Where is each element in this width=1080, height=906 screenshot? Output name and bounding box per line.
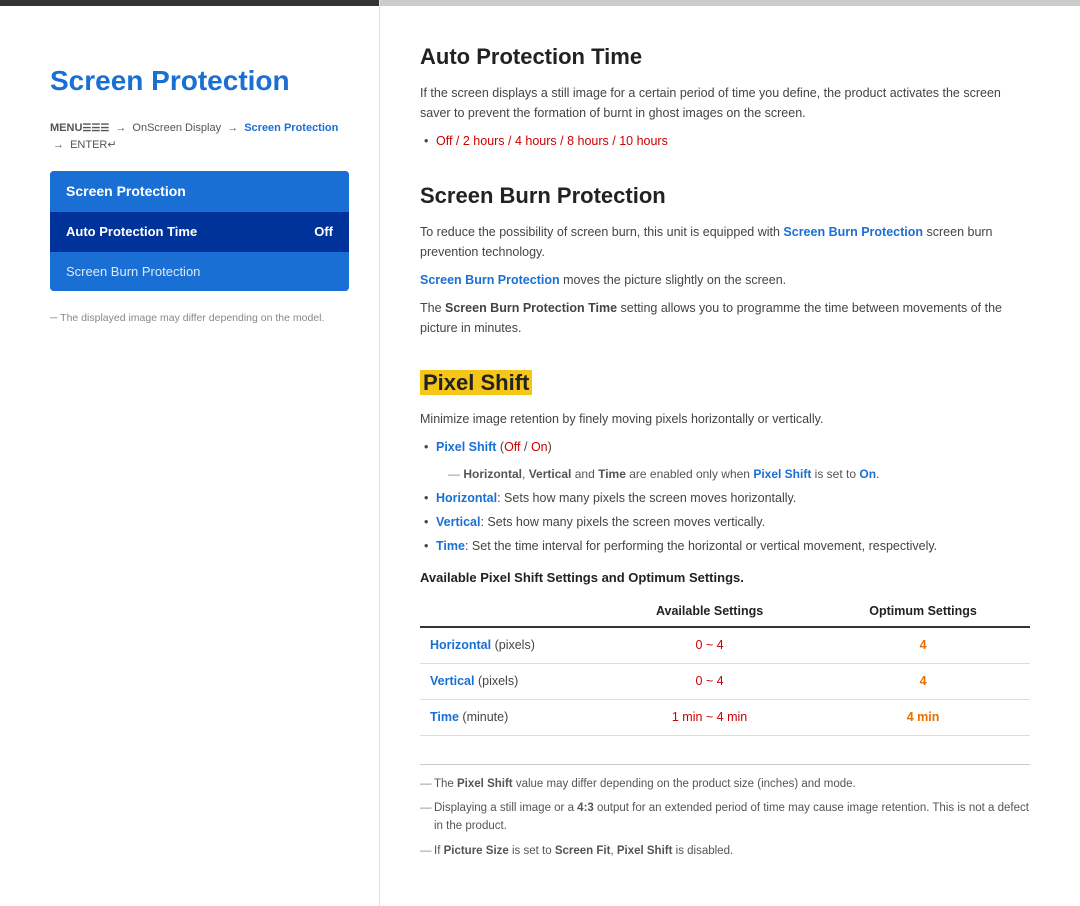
menu-box-header: Screen Protection	[50, 171, 349, 212]
section3-bullets2: Horizontal: Sets how many pixels the scr…	[420, 488, 1030, 556]
screen-burn-time-label: Screen Burn Protection Time	[445, 301, 617, 315]
table-row-time: Time (minute) 1 min ~ 4 min 4 min	[420, 699, 1030, 735]
top-bar-left	[0, 0, 379, 6]
table-section: Available Pixel Shift Settings and Optim…	[420, 568, 1030, 736]
section2-desc2: Screen Burn Protection moves the picture…	[420, 270, 1030, 290]
section1-title: Auto Protection Time	[420, 40, 1030, 73]
row-horizontal-optimum: 4	[816, 627, 1030, 663]
page-title: Screen Protection	[50, 60, 349, 102]
settings-table: Available Settings Optimum Settings Hori…	[420, 596, 1030, 736]
breadcrumb-item2: Screen Protection	[244, 122, 338, 134]
col-header-name	[420, 596, 603, 628]
row-horizontal-available: 0 ~ 4	[603, 627, 816, 663]
top-bar-right	[380, 0, 1080, 6]
time-bullet: Time: Set the time interval for performi…	[436, 536, 1030, 556]
section-pixel-shift: Pixel Shift Minimize image retention by …	[420, 366, 1030, 736]
menu-box: Screen Protection Auto Protection Time O…	[50, 171, 349, 291]
col-header-optimum: Optimum Settings	[816, 596, 1030, 628]
section-auto-protection: Auto Protection Time If the screen displ…	[420, 40, 1030, 151]
menu-item-label-2: Screen Burn Protection	[66, 262, 200, 282]
footer-note-3: If Picture Size is set to Screen Fit, Pi…	[420, 842, 1030, 860]
time-label: Time	[598, 467, 626, 481]
menu-item-screen-burn[interactable]: Screen Burn Protection	[50, 252, 349, 292]
breadcrumb-arrow2: →	[227, 122, 241, 134]
section2-desc3: The Screen Burn Protection Time setting …	[420, 298, 1030, 338]
menu-item-auto-protection[interactable]: Auto Protection Time Off	[50, 212, 349, 252]
footer-notes: The Pixel Shift value may differ dependi…	[420, 764, 1030, 861]
pixel-shift-ref: Pixel Shift	[753, 467, 811, 481]
screen-burn-protection-link: Screen Burn Protection	[783, 225, 923, 239]
horizontal-label: Horizontal	[463, 467, 522, 481]
row-time-optimum: 4 min	[816, 699, 1030, 735]
breadcrumb-arrow1: →	[115, 122, 129, 134]
vertical-bold: Vertical	[436, 515, 480, 529]
pixel-shift-on: On	[531, 440, 548, 454]
vertical-bullet: Vertical: Sets how many pixels the scree…	[436, 512, 1030, 532]
col-header-available: Available Settings	[603, 596, 816, 628]
row-vertical-name: Vertical (pixels)	[420, 664, 603, 700]
row-vertical-optimum: 4	[816, 664, 1030, 700]
section3-title: Pixel Shift	[420, 366, 1030, 399]
table-title: Available Pixel Shift Settings and Optim…	[420, 568, 1030, 588]
screen-fit-ref: Screen Fit	[555, 845, 611, 857]
pixel-shift-footer-ref: Pixel Shift	[457, 778, 513, 790]
pixel-shift-off: Off	[504, 440, 520, 454]
pixel-shift-subnote: Horizontal, Vertical and Time are enable…	[420, 465, 1030, 484]
time-bold: Time	[436, 539, 465, 553]
pixel-shift-label: Pixel Shift	[436, 440, 496, 454]
footer-note-1: The Pixel Shift value may differ dependi…	[420, 775, 1030, 793]
section1-options: Off / 2 hours / 4 hours / 8 hours / 10 h…	[436, 131, 1030, 151]
disclaimer: The displayed image may differ depending…	[50, 311, 349, 327]
footer-note-2: Displaying a still image or a 4:3 output…	[420, 799, 1030, 836]
section2-title: Screen Burn Protection	[420, 179, 1030, 212]
pixel-shift-title-highlight: Pixel Shift	[420, 370, 532, 395]
row-horizontal-name: Horizontal (pixels)	[420, 627, 603, 663]
breadcrumb-item1: OnScreen Display	[132, 122, 221, 134]
menu-item-value-1: Off	[314, 222, 333, 242]
breadcrumb-enter: ENTER↵	[70, 139, 117, 151]
section2-desc1: To reduce the possibility of screen burn…	[420, 222, 1030, 262]
menu-item-label-1: Auto Protection Time	[66, 222, 197, 242]
pixel-shift-bullet1: Pixel Shift (Off / On)	[436, 437, 1030, 457]
horizontal-bullet: Horizontal: Sets how many pixels the scr…	[436, 488, 1030, 508]
section1-options-list: Off / 2 hours / 4 hours / 8 hours / 10 h…	[420, 131, 1030, 151]
vertical-label: Vertical	[529, 467, 572, 481]
breadcrumb: MENU☰☰☰ → OnScreen Display → Screen Prot…	[50, 120, 349, 153]
pixel-shift-footer-ref2: Pixel Shift	[617, 845, 673, 857]
right-panel: Auto Protection Time If the screen displ…	[380, 0, 1080, 906]
section-screen-burn: Screen Burn Protection To reduce the pos…	[420, 179, 1030, 338]
section1-desc: If the screen displays a still image for…	[420, 83, 1030, 123]
breadcrumb-arrow3: →	[53, 139, 67, 151]
table-row-vertical: Vertical (pixels) 0 ~ 4 4	[420, 664, 1030, 700]
section1-options-text: Off / 2 hours / 4 hours / 8 hours / 10 h…	[436, 134, 668, 148]
table-row-horizontal: Horizontal (pixels) 0 ~ 4 4	[420, 627, 1030, 663]
horizontal-bold: Horizontal	[436, 491, 497, 505]
row-time-name: Time (minute)	[420, 699, 603, 735]
screen-burn-protection-link2: Screen Burn Protection	[420, 273, 560, 287]
row-vertical-available: 0 ~ 4	[603, 664, 816, 700]
section3-bullets: Pixel Shift (Off / On)	[420, 437, 1030, 457]
section3-desc: Minimize image retention by finely movin…	[420, 409, 1030, 429]
ratio-ref: 4:3	[577, 802, 594, 814]
row-time-available: 1 min ~ 4 min	[603, 699, 816, 735]
on-label: On	[859, 467, 876, 481]
picture-size-ref: Picture Size	[444, 845, 509, 857]
breadcrumb-menu: MENU☰☰☰	[50, 122, 109, 134]
left-panel: Screen Protection MENU☰☰☰ → OnScreen Dis…	[0, 0, 380, 906]
